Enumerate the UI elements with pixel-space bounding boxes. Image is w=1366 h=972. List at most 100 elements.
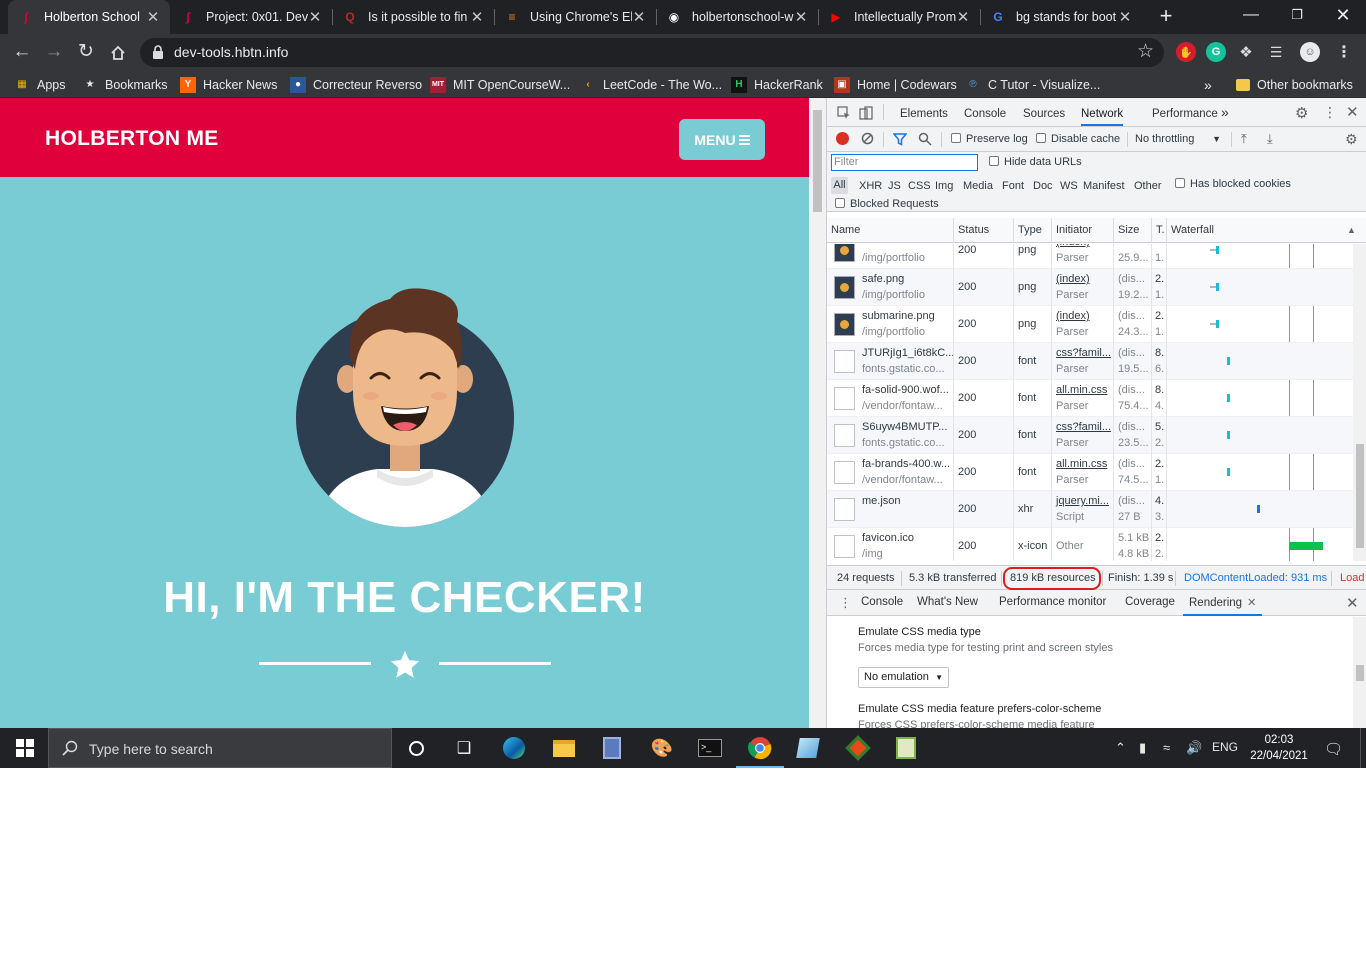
device-toolbar-icon[interactable]	[859, 106, 873, 120]
filter-type-js[interactable]: JS	[888, 180, 901, 192]
browser-tab[interactable]: ∫ Project: 0x01. Deve ✕	[170, 0, 332, 34]
address-bar[interactable]: dev-tools.hbtn.info ☆	[140, 38, 1164, 67]
reload-button[interactable]: ↻	[73, 40, 99, 66]
request-initiator[interactable]: css?famil...	[1056, 421, 1111, 433]
filter-type-xhr[interactable]: XHR	[859, 180, 882, 192]
devtools-tab-console[interactable]: Console	[964, 98, 1006, 126]
bookmarks-overflow-button[interactable]: »	[1204, 75, 1212, 94]
bookmark-star-icon[interactable]: ☆	[1137, 40, 1154, 63]
export-har-icon[interactable]: ⤓	[1267, 131, 1273, 147]
cortana-icon[interactable]	[402, 734, 430, 762]
import-har-icon[interactable]: ⤒	[1241, 131, 1247, 147]
network-scrollbar-thumb[interactable]	[1356, 444, 1364, 548]
filter-type-ws[interactable]: WS	[1060, 180, 1078, 192]
request-initiator[interactable]: all.min.css	[1056, 458, 1107, 470]
close-tab-icon[interactable]: ✕	[794, 8, 808, 26]
language-indicator[interactable]: ENG	[1212, 740, 1238, 754]
edge-icon[interactable]	[500, 734, 528, 762]
task-view-icon[interactable]: ❑	[450, 734, 478, 762]
clear-icon[interactable]	[861, 132, 874, 145]
network-row[interactable]: fa-brands-400.w... /vendor/fontaw... 200 fo…	[827, 454, 1353, 491]
bookmark-item[interactable]: ● Correcteur Reverso	[290, 75, 422, 94]
bookmark-item[interactable]: ▦ Apps	[14, 75, 65, 94]
blocked-requests-checkbox[interactable]: Blocked Requests	[835, 198, 939, 210]
browser-tab[interactable]: ◉ holbertonschool-w ✕	[656, 0, 818, 34]
filter-type-css[interactable]: CSS	[908, 180, 931, 192]
network-row[interactable]: favicon.ico/img 200 x-icon Other 5.1 kB 4.8 k…	[827, 528, 1353, 561]
forward-button[interactable]: →	[41, 40, 67, 66]
close-tab-icon[interactable]: ✕	[146, 8, 160, 26]
devtools-tab-elements[interactable]: Elements	[900, 98, 948, 126]
network-row[interactable]: me.json 200 xhr jquery.mi... Script (dis... 27…	[827, 491, 1353, 528]
sort-arrow-icon[interactable]: ▲	[1347, 225, 1356, 235]
close-drawer-icon[interactable]: ✕	[1346, 594, 1359, 612]
wifi-icon[interactable]: ≈	[1163, 740, 1170, 755]
drawer-tab-performance-monitor[interactable]: Performance monitor	[999, 596, 1106, 608]
close-tab-icon[interactable]: ✕	[632, 8, 646, 26]
notepad-icon[interactable]	[794, 734, 822, 762]
drawer-tab-what-s-new[interactable]: What's New	[917, 596, 978, 608]
column-header-type[interactable]: Type	[1014, 218, 1052, 243]
network-scrollbar[interactable]	[1353, 244, 1366, 561]
git-gui-icon[interactable]	[844, 734, 872, 762]
filter-input[interactable]: Filter	[831, 154, 978, 171]
browser-tab[interactable]: Gbg stands for boot ✕	[980, 0, 1142, 34]
drawer-tab-coverage[interactable]: Coverage	[1125, 596, 1175, 608]
browser-tab[interactable]: ≡ Using Chrome's El ✕	[494, 0, 656, 34]
filter-type-doc[interactable]: Doc	[1033, 180, 1053, 192]
restore-button[interactable]: ❐	[1274, 0, 1320, 32]
start-button[interactable]	[0, 728, 48, 768]
filter-type-font[interactable]: Font	[1002, 180, 1024, 192]
extensions-puzzle-icon[interactable]: ❖	[1236, 42, 1256, 62]
preserve-log-checkbox[interactable]: Preserve log	[951, 133, 1028, 145]
disable-cache-box[interactable]	[1036, 133, 1046, 143]
filter-type-media[interactable]: Media	[963, 180, 993, 192]
network-row[interactable]: submarine.png/img/portfolio 200 png (index)…	[827, 306, 1353, 343]
devtools-more-tabs[interactable]: »	[1221, 98, 1229, 126]
bookmark-item[interactable]: ▣ Home | Codewars	[834, 75, 957, 94]
search-icon[interactable]	[918, 132, 932, 146]
record-icon[interactable]	[836, 132, 849, 145]
back-button[interactable]: ←	[9, 40, 35, 66]
bookmark-item[interactable]: ‹ LeetCode - The Wo...	[580, 75, 722, 94]
show-desktop-button[interactable]	[1360, 728, 1366, 768]
column-header-size[interactable]: Size	[1114, 218, 1152, 243]
drawer-tab-console[interactable]: Console	[861, 596, 903, 608]
blocked-requests-box[interactable]	[835, 198, 845, 208]
drawer-scrollbar[interactable]	[1353, 617, 1366, 728]
browser-tab[interactable]: Q Is it possible to fin ✕	[332, 0, 494, 34]
bookmark-item[interactable]: ★ Bookmarks	[82, 75, 168, 94]
page-scrollbar-thumb[interactable]	[813, 110, 822, 212]
file-explorer-icon[interactable]	[550, 734, 578, 762]
filter-type-other[interactable]: Other	[1134, 180, 1162, 192]
chrome-menu-icon[interactable]: ⋮	[1334, 42, 1354, 62]
column-header-name[interactable]: Name	[827, 218, 954, 243]
network-row[interactable]: /img/portfolio 200 png (index) Parser 25.9...…	[827, 244, 1353, 269]
taskbar-clock[interactable]: 02:03 22/04/2021	[1240, 732, 1318, 764]
spreadsheet-icon[interactable]	[892, 734, 920, 762]
filter-type-all[interactable]: All	[831, 177, 848, 194]
preserve-log-box[interactable]	[951, 133, 961, 143]
taskbar-search-box[interactable]: Type here to search	[48, 728, 392, 768]
tray-overflow-icon[interactable]: ⌃	[1115, 740, 1126, 756]
has-blocked-cookies-checkbox[interactable]: Has blocked cookies	[1175, 178, 1291, 190]
close-tab-icon[interactable]: ✕	[470, 8, 484, 26]
network-row[interactable]: safe.png/img/portfolio 200 png (index) Parse…	[827, 269, 1353, 306]
notifications-icon[interactable]: 🗨	[1324, 740, 1343, 758]
grammarly-icon[interactable]: G	[1206, 42, 1226, 62]
filter-funnel-icon[interactable]	[893, 132, 907, 146]
drawer-tab-rendering[interactable]: Rendering ✕	[1183, 596, 1263, 616]
devtools-tab-network[interactable]: Network	[1081, 98, 1124, 126]
network-row[interactable]: S6uyw4BMUTP... fonts.gstatic.co... 200 font…	[827, 417, 1353, 454]
page-scrollbar[interactable]	[809, 98, 826, 728]
close-devtools-icon[interactable]: ✕	[1346, 103, 1359, 121]
settings-gear-icon[interactable]: ⚙	[1295, 104, 1308, 122]
bookmark-item[interactable]: MIT MIT OpenCourseW...	[430, 75, 570, 94]
profile-avatar-icon[interactable]: ☺	[1300, 42, 1320, 62]
home-button[interactable]	[105, 40, 131, 66]
drawer-menu-icon[interactable]: ⋮	[839, 595, 852, 611]
has-blocked-cookies-box[interactable]	[1175, 178, 1185, 188]
media-type-select[interactable]: No emulation ▼	[858, 667, 949, 688]
browser-tab[interactable]: ∫ Holberton School ✕	[8, 0, 170, 34]
browser-tab[interactable]: ▶ Intellectually Prom ✕	[818, 0, 980, 34]
